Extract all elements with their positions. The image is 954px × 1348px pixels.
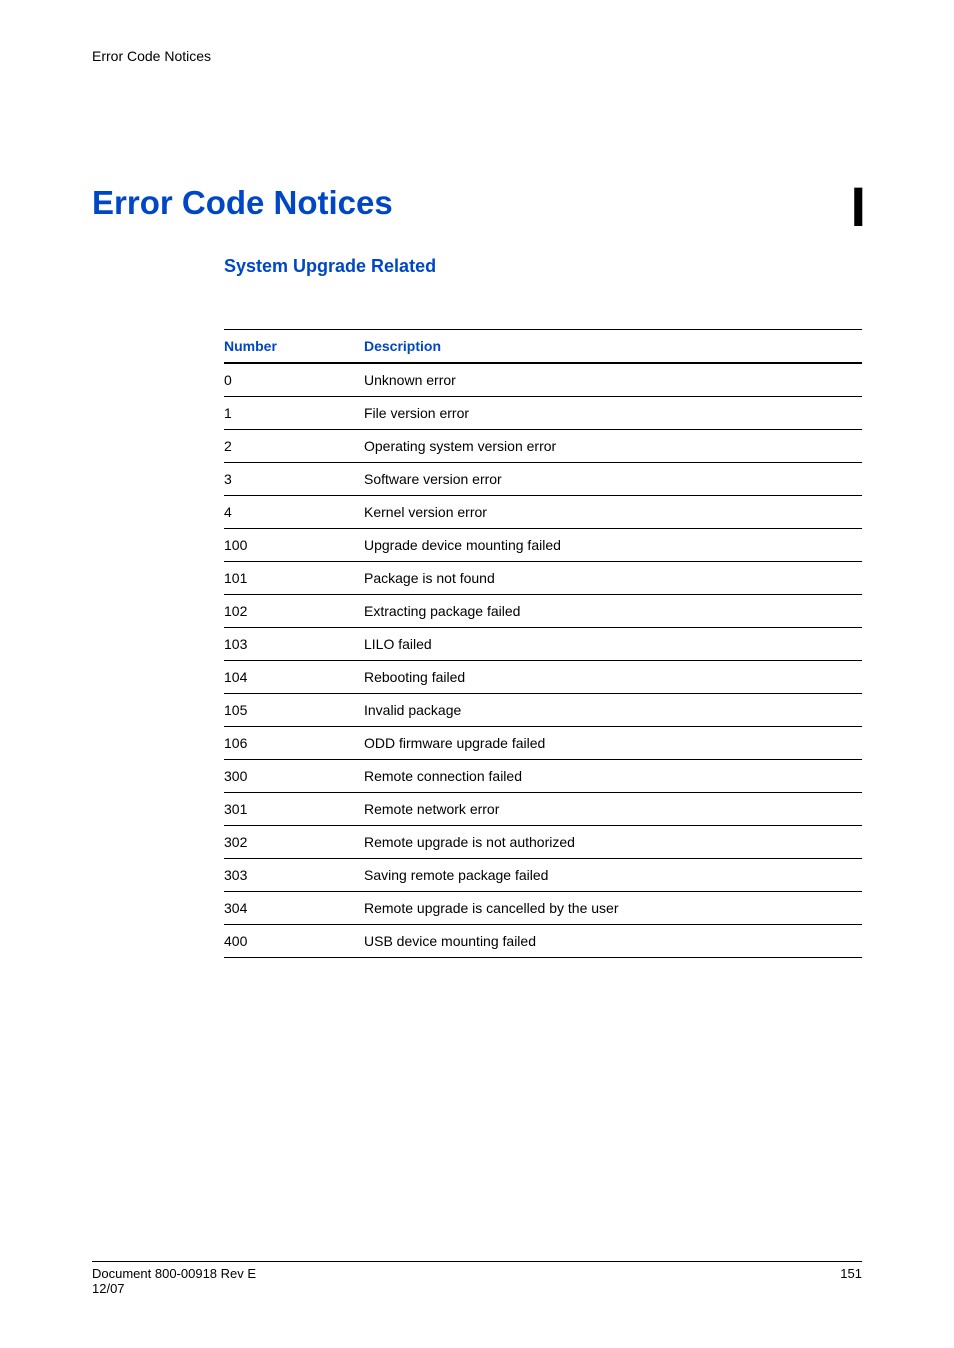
- table-row: 105 Invalid package: [224, 694, 862, 727]
- table-row: 102 Extracting package failed: [224, 595, 862, 628]
- table-row: 106 ODD firmware upgrade failed: [224, 727, 862, 760]
- cell-description: Remote upgrade is cancelled by the user: [364, 892, 862, 925]
- footer-doc-line2: 12/07: [92, 1281, 256, 1296]
- cell-number: 4: [224, 496, 364, 529]
- cell-description: File version error: [364, 397, 862, 430]
- cell-description: Package is not found: [364, 562, 862, 595]
- cell-description: Upgrade device mounting failed: [364, 529, 862, 562]
- cell-number: 101: [224, 562, 364, 595]
- table-row: 104 Rebooting failed: [224, 661, 862, 694]
- table-row: 302 Remote upgrade is not authorized: [224, 826, 862, 859]
- table-row: 304 Remote upgrade is cancelled by the u…: [224, 892, 862, 925]
- cell-number: 102: [224, 595, 364, 628]
- table-row: 103 LILO failed: [224, 628, 862, 661]
- cell-description: Operating system version error: [364, 430, 862, 463]
- table-row: 100 Upgrade device mounting failed: [224, 529, 862, 562]
- section-title: System Upgrade Related: [224, 256, 862, 277]
- table-row: 3 Software version error: [224, 463, 862, 496]
- cell-number: 304: [224, 892, 364, 925]
- table-header-row: Number Description: [224, 330, 862, 364]
- cell-description: ODD firmware upgrade failed: [364, 727, 862, 760]
- cell-number: 400: [224, 925, 364, 958]
- cell-number: 105: [224, 694, 364, 727]
- cell-number: 2: [224, 430, 364, 463]
- cell-description: Software version error: [364, 463, 862, 496]
- table-row: 301 Remote network error: [224, 793, 862, 826]
- error-code-table: Number Description 0 Unknown error 1 Fil…: [224, 329, 862, 958]
- cell-description: LILO failed: [364, 628, 862, 661]
- cell-description: Kernel version error: [364, 496, 862, 529]
- cell-number: 1: [224, 397, 364, 430]
- table-row: 1 File version error: [224, 397, 862, 430]
- table-row: 400 USB device mounting failed: [224, 925, 862, 958]
- table-row: 2 Operating system version error: [224, 430, 862, 463]
- footer: Document 800-00918 Rev E 12/07 151: [92, 1261, 862, 1296]
- table-row: 101 Package is not found: [224, 562, 862, 595]
- main-title: Error Code Notices: [92, 184, 862, 222]
- cell-number: 0: [224, 363, 364, 397]
- cell-number: 302: [224, 826, 364, 859]
- header-number: Number: [224, 330, 364, 364]
- running-header: Error Code Notices: [92, 48, 862, 64]
- table-row: 300 Remote connection failed: [224, 760, 862, 793]
- cell-number: 104: [224, 661, 364, 694]
- cell-description: Invalid package: [364, 694, 862, 727]
- cell-description: Remote upgrade is not authorized: [364, 826, 862, 859]
- cell-number: 103: [224, 628, 364, 661]
- cell-description: Extracting package failed: [364, 595, 862, 628]
- cell-description: Rebooting failed: [364, 661, 862, 694]
- cell-description: Saving remote package failed: [364, 859, 862, 892]
- header-description: Description: [364, 330, 862, 364]
- footer-left: Document 800-00918 Rev E 12/07: [92, 1266, 256, 1296]
- cell-description: Remote network error: [364, 793, 862, 826]
- footer-doc-line1: Document 800-00918 Rev E: [92, 1266, 256, 1281]
- cell-number: 106: [224, 727, 364, 760]
- table-row: 0 Unknown error: [224, 363, 862, 397]
- cell-description: USB device mounting failed: [364, 925, 862, 958]
- table-row: 303 Saving remote package failed: [224, 859, 862, 892]
- footer-page-number: 151: [840, 1266, 862, 1296]
- cell-number: 301: [224, 793, 364, 826]
- cell-description: Remote connection failed: [364, 760, 862, 793]
- appendix-letter: I: [850, 174, 866, 239]
- cell-number: 3: [224, 463, 364, 496]
- table-body: 0 Unknown error 1 File version error 2 O…: [224, 363, 862, 958]
- cell-number: 300: [224, 760, 364, 793]
- cell-number: 100: [224, 529, 364, 562]
- cell-description: Unknown error: [364, 363, 862, 397]
- table-row: 4 Kernel version error: [224, 496, 862, 529]
- cell-number: 303: [224, 859, 364, 892]
